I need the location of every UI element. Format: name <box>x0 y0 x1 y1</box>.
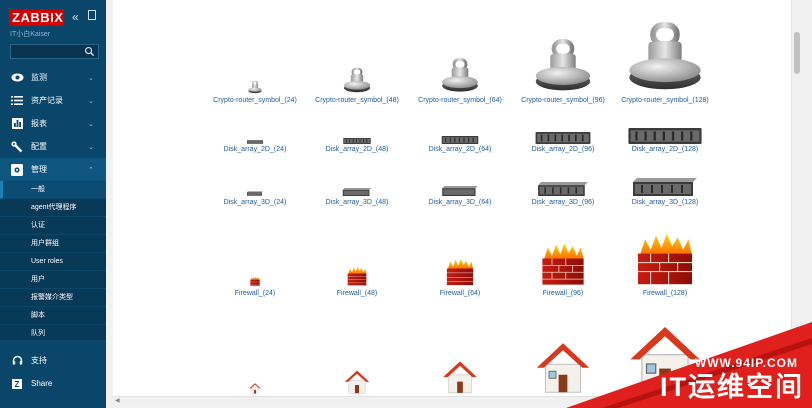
menu-label: 支持 <box>31 356 47 365</box>
menu-label: Share <box>31 379 53 388</box>
submenu-user-groups[interactable]: 用户群组 <box>0 235 106 253</box>
svg-text:Z: Z <box>15 380 20 389</box>
submenu-media-types[interactable]: 报警媒介类型 <box>0 289 106 307</box>
firewall-icon <box>307 262 407 286</box>
gallery-item-label[interactable]: Disk_array_3D_(24) <box>205 199 305 206</box>
chevron-down-icon: ⌄ <box>88 143 94 151</box>
submenu-user-roles[interactable]: User roles <box>0 253 106 271</box>
disk-array-icon <box>615 126 715 144</box>
gallery-item-label[interactable]: Crypto-router_symbol_(64) <box>410 97 510 104</box>
gallery-item-label[interactable]: Firewall_(128) <box>615 290 715 297</box>
gallery-item-label[interactable]: Crypto-router_symbol_(96) <box>513 97 613 104</box>
submenu-general[interactable]: 一般 <box>0 181 106 199</box>
wrench-icon <box>9 140 25 153</box>
disk-array-3d-icon <box>513 180 613 196</box>
firewall-icon <box>513 240 613 286</box>
gallery-item-label[interactable]: Firewall_(96) <box>513 290 613 297</box>
menu-reports[interactable]: 报表 ⌄ <box>0 112 106 135</box>
firewall-icon <box>615 230 715 286</box>
collapse-sidebar-icon[interactable]: « <box>72 10 79 24</box>
share-icon: Z <box>9 378 25 389</box>
submenu-scripts[interactable]: 脚本 <box>0 307 106 325</box>
list-icon <box>9 96 25 105</box>
submenu-users[interactable]: 用户 <box>0 271 106 289</box>
eye-icon <box>9 73 25 82</box>
chevron-up-icon: ⌃ <box>88 166 94 174</box>
gallery-item-label[interactable]: Disk_array_3D_(48) <box>307 199 407 206</box>
menu-inventory[interactable]: 资产记录 ⌄ <box>0 89 106 112</box>
submenu-queue[interactable]: 队列 <box>0 325 106 343</box>
gear-icon <box>9 163 25 176</box>
house-icon <box>205 378 305 394</box>
headset-icon <box>9 355 25 366</box>
gallery-item-label[interactable]: Disk_array_2D_(64) <box>410 146 510 153</box>
disk-array-icon <box>307 134 407 144</box>
gallery-item-label[interactable]: Disk_array_2D_(24) <box>205 146 305 153</box>
crypto-router-icon <box>615 16 715 94</box>
gallery-item-label[interactable]: Disk_array_2D_(128) <box>615 146 715 153</box>
gallery-item-label[interactable]: Firewall_(48) <box>307 290 407 297</box>
gallery-item-label[interactable]: Disk_array_3D_(64) <box>410 199 510 206</box>
menu-share[interactable]: Z Share <box>0 372 106 395</box>
zabbix-logo[interactable]: ZABBIX <box>9 9 64 26</box>
chevron-down-icon: ⌄ <box>88 74 94 82</box>
disk-array-3d-icon <box>615 176 715 196</box>
disk-array-icon <box>410 132 510 144</box>
app-window: ZABBIX « IT小白Kaiser 监测 ⌄ 资产记录 ⌄ 报表 ⌄ 配置 … <box>0 0 812 408</box>
menu-monitoring[interactable]: 监测 ⌄ <box>0 66 106 89</box>
chevron-down-icon: ⌄ <box>88 120 94 128</box>
search-box[interactable] <box>10 44 99 59</box>
gallery-item-label[interactable]: Disk_array_2D_(48) <box>307 146 407 153</box>
gallery-item-label[interactable]: Firewall_(64) <box>410 290 510 297</box>
crypto-router-icon <box>205 70 305 94</box>
submenu-proxies[interactable]: agent代理程序 <box>0 199 106 217</box>
disk-array-icon <box>513 128 613 144</box>
house-icon <box>410 356 510 394</box>
chevron-down-icon: ⌄ <box>88 97 94 105</box>
firewall-icon <box>410 254 510 286</box>
menu-support[interactable]: 支持 <box>0 349 106 372</box>
gallery-item-label[interactable]: Disk_array_2D_(96) <box>513 146 613 153</box>
gallery-item-label[interactable]: Firewall_(24) <box>205 290 305 297</box>
gallery-item-label[interactable]: Crypto-router_symbol_(48) <box>307 97 407 104</box>
house-icon <box>307 366 407 394</box>
gallery-item-label[interactable]: Disk_array_3D_(96) <box>513 199 613 206</box>
admin-submenu: 一般 agent代理程序 认证 用户群组 User roles 用户 报警媒介类… <box>0 181 106 343</box>
menu-label: 配置 <box>31 142 47 151</box>
scrollbar-thumb[interactable] <box>794 32 800 74</box>
menu-label: 监测 <box>31 73 47 82</box>
sidebar: ZABBIX « IT小白Kaiser 监测 ⌄ 资产记录 ⌄ 报表 ⌄ 配置 … <box>0 0 106 408</box>
scroll-left-arrow-icon[interactable]: ◀ <box>115 397 120 404</box>
disk-array-icon <box>205 136 305 144</box>
menu-label: 报表 <box>31 119 47 128</box>
firewall-icon <box>205 268 305 286</box>
search-input[interactable] <box>11 45 83 58</box>
disk-array-3d-icon <box>410 184 510 196</box>
menu-administration[interactable]: 管理 ⌃ <box>0 158 106 181</box>
menu-label: 管理 <box>31 165 47 174</box>
gallery-item-label[interactable]: Disk_array_3D_(128) <box>615 199 715 206</box>
kiosk-mode-icon[interactable] <box>88 10 96 20</box>
crypto-router-icon <box>307 60 407 94</box>
disk-array-3d-icon <box>205 188 305 196</box>
menu-label: 资产记录 <box>31 96 63 105</box>
submenu-authentication[interactable]: 认证 <box>0 217 106 235</box>
bar-chart-icon <box>9 118 25 129</box>
watermark: WWW.94IP.COM IT运维空间 <box>566 308 812 408</box>
crypto-router-icon <box>513 34 613 94</box>
server-name: IT小白Kaiser <box>10 31 51 38</box>
menu-configuration[interactable]: 配置 ⌄ <box>0 135 106 158</box>
watermark-title: IT运维空间 <box>660 372 804 402</box>
search-icon[interactable] <box>84 46 95 57</box>
gallery-item-label[interactable]: Crypto-router_symbol_(24) <box>205 97 305 104</box>
crypto-router-icon <box>410 52 510 94</box>
gallery-item-label[interactable]: Crypto-router_symbol_(128) <box>615 97 715 104</box>
disk-array-3d-icon <box>307 186 407 196</box>
